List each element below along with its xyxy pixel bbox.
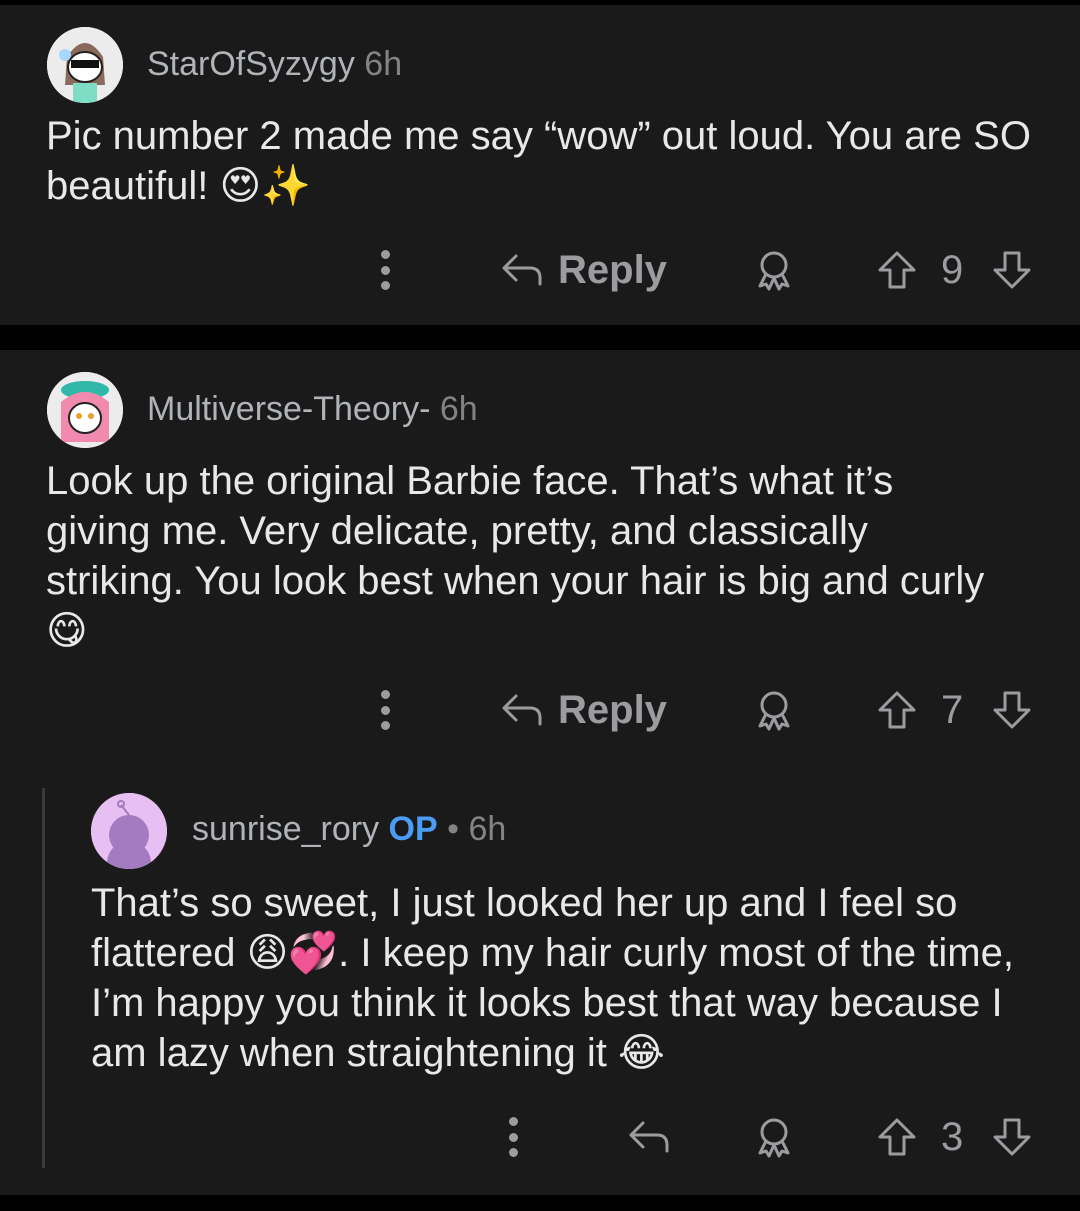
more-options-icon[interactable]	[508, 1117, 518, 1157]
comment-body: Look up the original Barbie face. That’s…	[46, 456, 1006, 656]
more-options-icon[interactable]	[380, 250, 390, 290]
award-button[interactable]	[752, 680, 796, 740]
op-badge: OP	[388, 810, 438, 848]
comment-meta: StarOfSyzygy 6h	[147, 45, 402, 84]
comment-meta: Multiverse-Theory- 6h	[147, 390, 478, 429]
snoo-avatar-icon	[47, 372, 123, 448]
upvote-icon	[878, 251, 916, 289]
downvote-button[interactable]	[990, 680, 1034, 740]
upvote-button[interactable]	[875, 680, 919, 740]
comment-meta: sunrise_rory OP • 6h	[192, 810, 506, 849]
downvote-button[interactable]	[990, 1107, 1034, 1167]
upvote-icon	[878, 1118, 916, 1156]
username[interactable]: StarOfSyzygy	[147, 45, 355, 83]
reply-arrow-icon	[502, 694, 542, 726]
reply-arrow-icon	[629, 1121, 669, 1153]
comment-emoji: 😩💞	[246, 930, 339, 976]
avatar[interactable]	[91, 793, 167, 869]
comment-card: StarOfSyzygy 6h Pic number 2 made me say…	[0, 5, 1080, 325]
comment-text: Look up the original Barbie face. That’s…	[46, 459, 985, 603]
downvote-button[interactable]	[990, 240, 1034, 300]
downvote-icon	[993, 691, 1031, 729]
comment-body: That’s so sweet, I just looked her up an…	[91, 878, 1031, 1078]
award-button[interactable]	[752, 240, 796, 300]
avatar[interactable]	[47, 27, 123, 103]
avatar[interactable]	[47, 372, 123, 448]
timestamp: 6h	[364, 45, 403, 83]
award-icon	[758, 251, 790, 291]
reply-button[interactable]: Reply	[500, 240, 667, 300]
timestamp: 6h	[468, 810, 507, 848]
award-icon	[758, 1118, 790, 1158]
downvote-icon	[993, 1118, 1031, 1156]
reply-label: Reply	[558, 247, 667, 292]
comment-actions: Reply 7	[0, 680, 1080, 740]
snoo-avatar-icon	[91, 793, 167, 869]
vote-score: 9	[941, 247, 964, 292]
reply-label: Reply	[558, 687, 667, 732]
upvote-icon	[878, 691, 916, 729]
username[interactable]: sunrise_rory	[192, 810, 379, 848]
award-icon	[758, 691, 790, 731]
reply-button[interactable]: Reply	[500, 680, 667, 740]
separator: •	[447, 810, 460, 848]
downvote-icon	[993, 251, 1031, 289]
comment-actions: Reply 9	[0, 240, 1080, 300]
upvote-button[interactable]	[875, 1107, 919, 1167]
comment-emoji: 😂	[617, 1030, 665, 1076]
comment-card: Multiverse-Theory- 6h Look up the origin…	[0, 350, 1080, 1195]
reply-arrow-icon	[502, 254, 542, 286]
vote-score: 7	[941, 687, 964, 732]
snoo-avatar-icon	[47, 27, 123, 103]
comment-actions: 3	[0, 1107, 1080, 1167]
award-button[interactable]	[752, 1107, 796, 1167]
comment-body: Pic number 2 made me say “wow” out loud.…	[46, 111, 1046, 211]
vote-score: 3	[941, 1114, 964, 1159]
username[interactable]: Multiverse-Theory-	[147, 390, 430, 428]
reply-button[interactable]	[627, 1107, 671, 1167]
upvote-button[interactable]	[875, 240, 919, 300]
comment-emoji: 😋	[46, 608, 88, 654]
more-options-icon[interactable]	[380, 690, 390, 730]
timestamp: 6h	[439, 390, 478, 428]
comment-emoji: 😍✨	[219, 163, 311, 209]
comment-text: Pic number 2 made me say “wow” out loud.…	[46, 114, 1031, 208]
